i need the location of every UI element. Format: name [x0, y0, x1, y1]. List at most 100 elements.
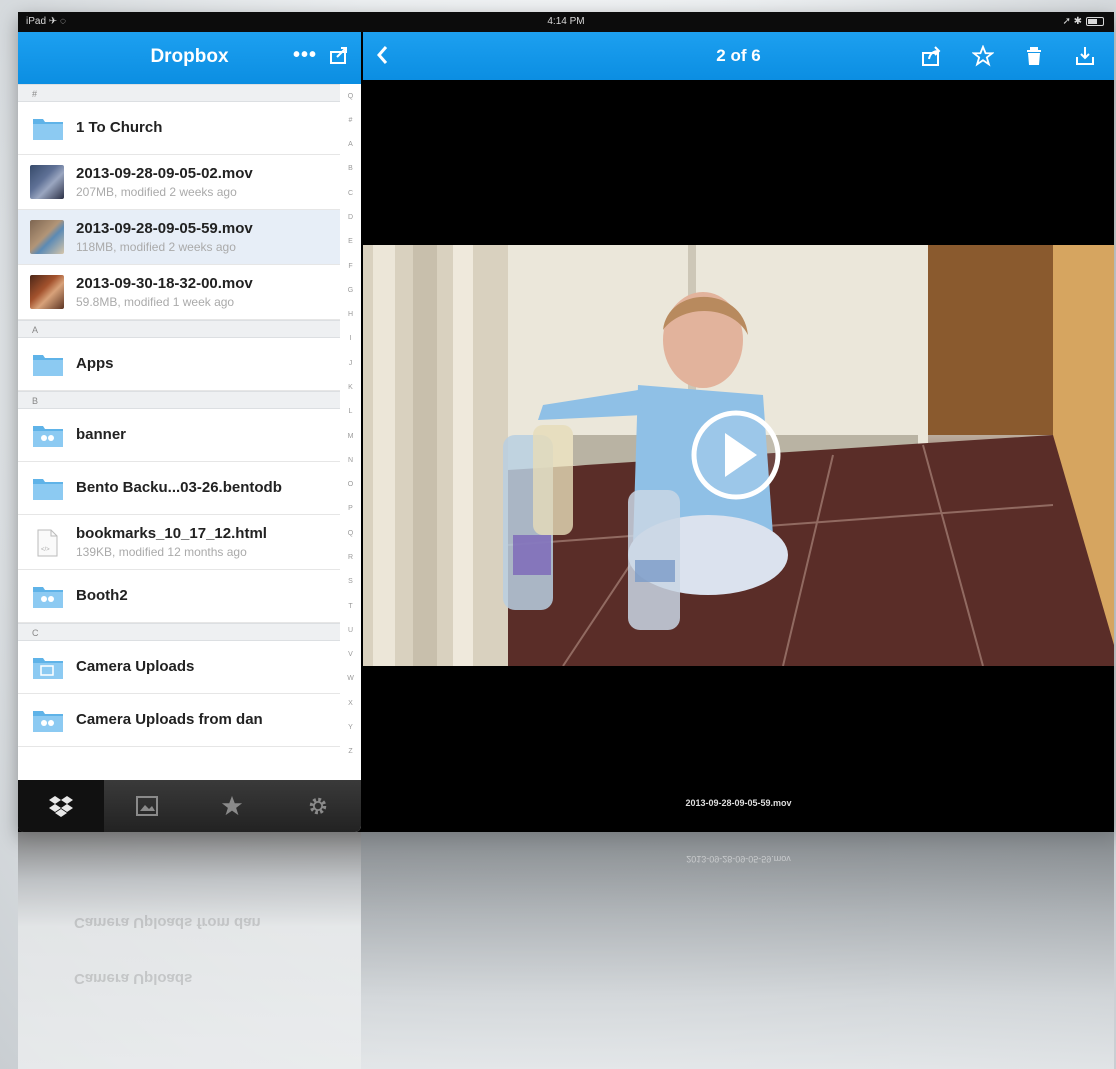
svg-text:</>: </>	[41, 547, 50, 553]
index-letter[interactable]: A	[348, 141, 353, 148]
index-letter[interactable]: P	[348, 505, 353, 512]
more-button[interactable]: •••	[293, 44, 317, 67]
section-header: C	[18, 623, 340, 641]
index-letter[interactable]: N	[348, 457, 353, 464]
clock: 4:14 PM	[547, 16, 585, 27]
index-letter[interactable]: C	[348, 190, 353, 197]
item-name: Camera Uploads from dan	[76, 711, 263, 728]
star-icon[interactable]	[971, 44, 995, 67]
reflection-row-text: Camera Uploads from dan	[74, 914, 261, 931]
folder-icon	[32, 475, 64, 506]
video-frame[interactable]	[363, 245, 1114, 666]
item-name: bookmarks_10_17_12.html	[76, 525, 267, 542]
list-item[interactable]: 2013-09-28-09-05-59.mov 118MB, modified 2…	[18, 210, 340, 265]
dropbox-icon	[48, 796, 73, 817]
index-letter[interactable]: #	[349, 117, 353, 124]
item-meta: 118MB, modified 2 weeks ago	[76, 240, 236, 254]
list-item[interactable]: Apps	[18, 338, 340, 391]
list-item[interactable]: 2013-09-30-18-32-00.mov 59.8MB, modified …	[18, 265, 340, 320]
item-name: Apps	[76, 355, 114, 372]
gear-icon	[309, 797, 327, 815]
sidebar: Dropbox ••• #1 To Church 2013-09-28-09-05…	[18, 32, 361, 832]
tab-settings[interactable]	[275, 780, 361, 832]
index-letter[interactable]: U	[348, 627, 353, 634]
index-letter[interactable]: V	[348, 651, 353, 658]
list-item[interactable]: Bento Backu...03-26.bentodb	[18, 462, 340, 515]
index-letter[interactable]: G	[348, 287, 353, 294]
item-name: 2013-09-30-18-32-00.mov	[76, 275, 253, 292]
sidebar-header: Dropbox •••	[18, 32, 361, 84]
item-name: Bento Backu...03-26.bentodb	[76, 479, 282, 496]
item-name: Booth2	[76, 587, 128, 604]
item-name: 1 To Church	[76, 119, 163, 136]
index-letter[interactable]: Z	[348, 748, 352, 755]
index-letter[interactable]: L	[349, 408, 353, 415]
list-item[interactable]: Booth2	[18, 570, 340, 623]
index-letter[interactable]: R	[348, 554, 353, 561]
index-letter[interactable]: J	[349, 360, 353, 367]
sidebar-reflection: Camera Uploads from dan Camera Uploads	[18, 832, 361, 1069]
trash-icon[interactable]	[1023, 45, 1045, 67]
share-icon[interactable]	[921, 45, 943, 67]
index-letter[interactable]: Y	[348, 724, 353, 731]
reflection-row-text: Camera Uploads	[74, 970, 193, 987]
battery-icon	[1086, 17, 1104, 26]
share-icon[interactable]	[329, 45, 349, 70]
index-letter[interactable]: F	[348, 263, 352, 270]
star-icon	[222, 795, 243, 816]
index-letter[interactable]: Q	[348, 93, 353, 100]
index-letter[interactable]: Q	[348, 530, 353, 537]
item-meta: 207MB, modified 2 weeks ago	[76, 185, 237, 199]
index-letter[interactable]: B	[348, 165, 353, 172]
item-name: banner	[76, 426, 127, 443]
index-letter[interactable]: D	[348, 214, 353, 221]
section-header: A	[18, 320, 340, 338]
index-letter[interactable]: M	[348, 433, 354, 440]
export-icon[interactable]	[1074, 45, 1096, 67]
item-name: 2013-09-28-09-05-02.mov	[76, 165, 253, 182]
shared-folder-icon	[32, 422, 64, 453]
file-list: #1 To Church 2013-09-28-09-05-02.mov 207MB…	[18, 84, 340, 747]
photos-icon	[135, 796, 158, 816]
tab-files[interactable]	[18, 780, 104, 832]
index-letter[interactable]: H	[348, 311, 353, 318]
alphabet-index[interactable]: Q # A B C D E F G H I J K L M N O P Q R S T U V W X Y Z	[340, 84, 361, 764]
index-letter[interactable]: W	[347, 675, 354, 682]
location-bluetooth-indicators: ➚ ✱	[1062, 16, 1082, 27]
index-letter[interactable]: S	[348, 578, 353, 585]
status-indicators: ➚ ✱	[1062, 16, 1104, 27]
list-item[interactable]: banner	[18, 409, 340, 462]
index-letter[interactable]: E	[348, 238, 353, 245]
section-header: #	[18, 84, 340, 102]
shared-folder-icon	[32, 583, 64, 614]
status-bar: iPad ✈ ◌ 4:14 PM ➚ ✱	[18, 12, 1114, 32]
tab-photos[interactable]	[104, 780, 190, 832]
video-filename: 2013-09-28-09-05-59.mov	[685, 798, 792, 808]
item-meta: 139KB, modified 12 months ago	[76, 545, 247, 559]
viewer-header: 2 of 6	[363, 32, 1114, 80]
folder-icon	[32, 351, 64, 382]
reflection-filename: 2013-09-28-09-05-59.mov	[686, 854, 791, 864]
index-letter[interactable]: I	[350, 335, 352, 342]
document-icon: </>	[32, 528, 62, 563]
video-still-image	[363, 245, 1114, 666]
reflection: Camera Uploads from dan Camera Uploads 2…	[18, 832, 1114, 1069]
video-thumbnail	[30, 165, 64, 199]
list-item[interactable]: 2013-09-28-09-05-02.mov 207MB, modified 2…	[18, 155, 340, 210]
tab-bar	[18, 780, 361, 832]
shared-folder-icon	[32, 707, 64, 738]
index-letter[interactable]: X	[348, 700, 353, 707]
tab-favorites[interactable]	[190, 780, 276, 832]
list-item[interactable]: </> bookmarks_10_17_12.html 139KB, modifie…	[18, 515, 340, 570]
ipad-screen: iPad ✈ ◌ 4:14 PM ➚ ✱ Dropbox ••• #1 To C…	[18, 12, 1114, 832]
section-header: B	[18, 391, 340, 409]
folder-icon	[32, 115, 64, 146]
index-letter[interactable]: T	[348, 603, 352, 610]
list-item[interactable]: Camera Uploads	[18, 641, 340, 694]
index-letter[interactable]: K	[348, 384, 353, 391]
index-letter[interactable]: O	[348, 481, 353, 488]
video-thumbnail	[30, 220, 64, 254]
item-name: 2013-09-28-09-05-59.mov	[76, 220, 253, 237]
list-item[interactable]: Camera Uploads from dan	[18, 694, 340, 747]
list-item[interactable]: 1 To Church	[18, 102, 340, 155]
